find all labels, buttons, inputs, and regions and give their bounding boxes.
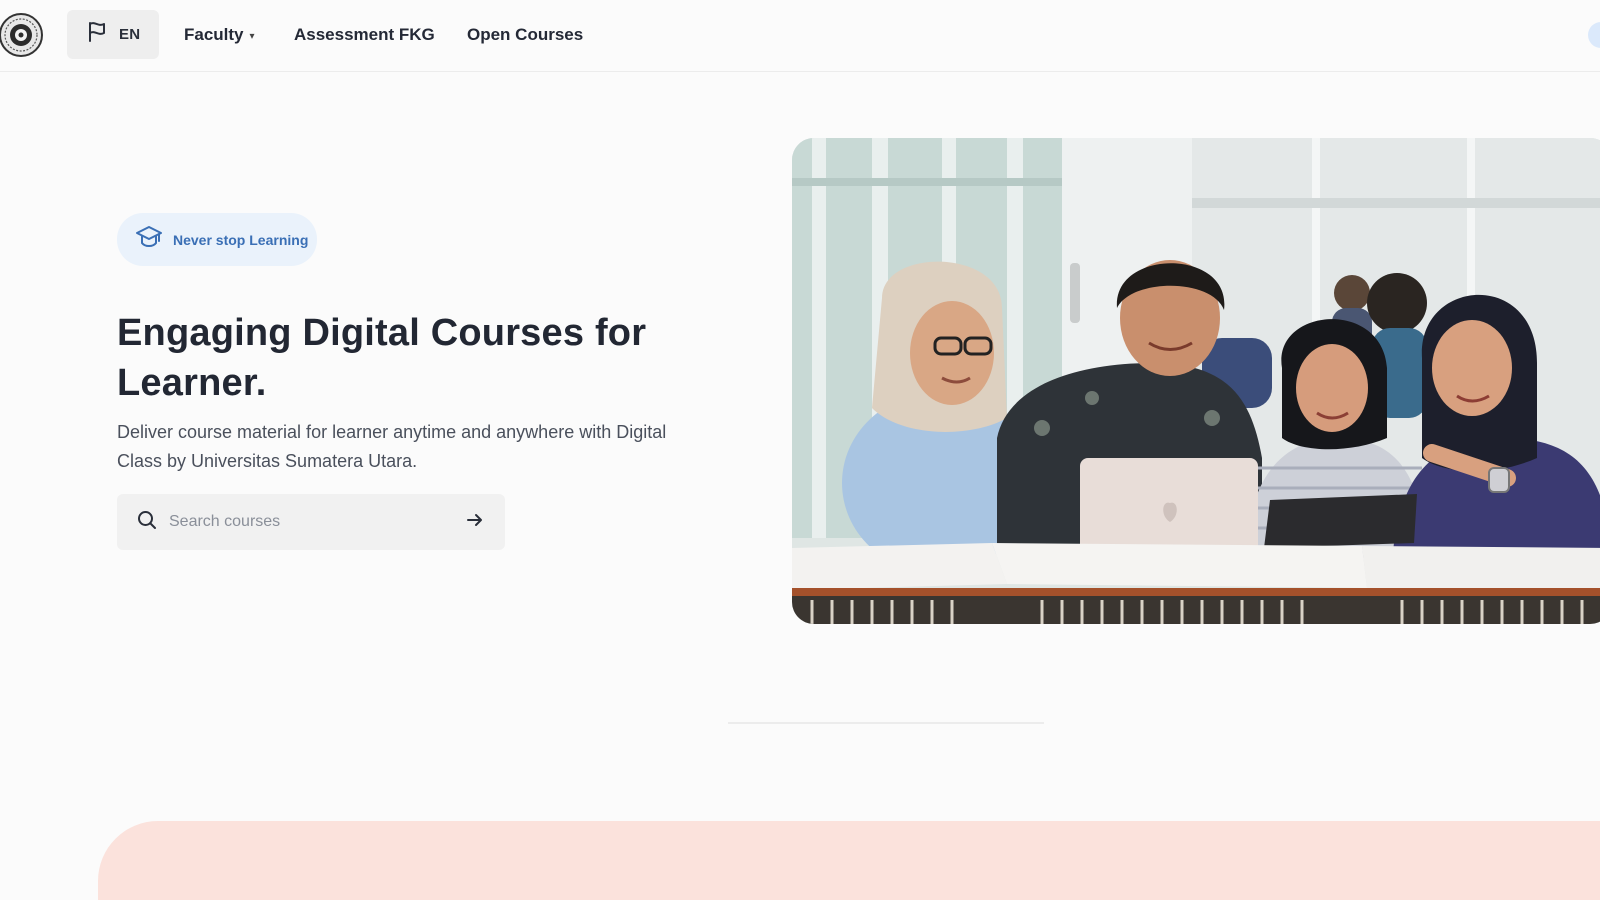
- nav-open-courses[interactable]: Open Courses: [467, 22, 583, 48]
- nav-assessment-fkg[interactable]: Assessment FKG: [294, 22, 435, 48]
- nav-open-courses-label: Open Courses: [467, 25, 584, 44]
- search-input[interactable]: [169, 513, 465, 531]
- flag-icon: [87, 21, 107, 48]
- search-icon: [137, 510, 157, 535]
- graduation-cap-icon: [135, 224, 163, 255]
- university-seal-icon[interactable]: [0, 10, 44, 60]
- language-switcher[interactable]: EN: [67, 10, 159, 59]
- nav-faculty-dropdown[interactable]: Faculty ▾: [184, 22, 255, 48]
- language-label: EN: [119, 26, 141, 43]
- chevron-down-icon: ▾: [249, 30, 255, 42]
- promo-section-banner: [98, 821, 1600, 900]
- user-avatar[interactable]: [1588, 22, 1600, 48]
- nav-assessment-label: Assessment FKG: [294, 25, 435, 44]
- arrow-right-icon[interactable]: [465, 510, 485, 535]
- tagline-badge: Never stop Learning: [117, 213, 317, 266]
- hero-description: Deliver course material for learner anyt…: [117, 422, 667, 471]
- top-navigation: EN Faculty ▾ Assessment FKG Open Courses: [0, 0, 1600, 72]
- course-search-box: [117, 494, 505, 550]
- section-divider: [728, 722, 1044, 724]
- nav-faculty-label: Faculty: [184, 25, 244, 44]
- hero-title: Engaging Digital Courses for Learner.: [117, 312, 647, 404]
- badge-label: Never stop Learning: [173, 231, 309, 248]
- hero-photo: [792, 138, 1600, 624]
